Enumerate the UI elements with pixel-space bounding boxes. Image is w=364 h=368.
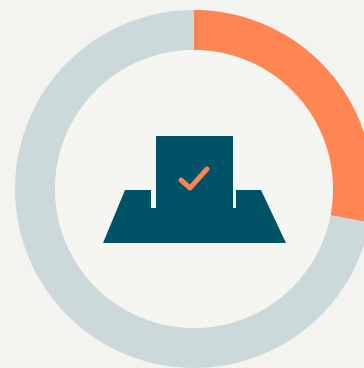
ballot-paper — [156, 136, 233, 218]
progress-ring — [15, 10, 364, 368]
progress-ring-illustration — [0, 0, 364, 368]
